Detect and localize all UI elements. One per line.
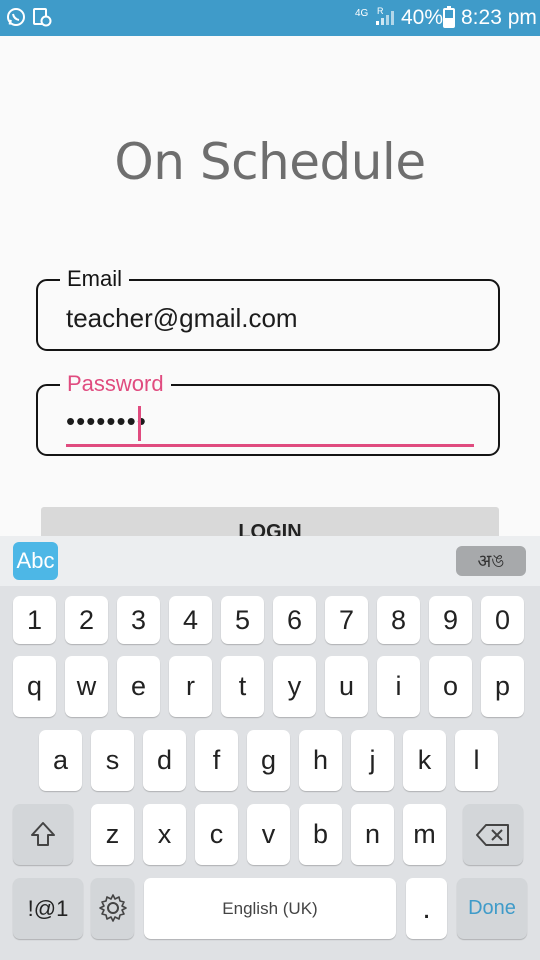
key-6[interactable]: 6 [273,596,316,644]
password-underline [66,444,474,447]
key-e[interactable]: e [117,656,160,717]
battery-icon [443,6,455,33]
key-y[interactable]: y [273,656,316,717]
key-f[interactable]: f [195,730,238,791]
key-9[interactable]: 9 [429,596,472,644]
key-3[interactable]: 3 [117,596,160,644]
whatsapp-icon [6,7,26,32]
space-key[interactable]: English (UK) [144,878,396,939]
key-7[interactable]: 7 [325,596,368,644]
key-5[interactable]: 5 [221,596,264,644]
signal-icon [375,10,395,31]
key-q[interactable]: q [13,656,56,717]
key-x[interactable]: x [143,804,186,865]
network-label: 4G [355,8,369,19]
password-field[interactable]: Password •••••••• [36,371,500,456]
text-cursor [138,406,141,441]
shift-icon [31,822,55,846]
gear-icon [98,894,127,922]
notification-icon [32,7,52,32]
key-o[interactable]: o [429,656,472,717]
key-4[interactable]: 4 [169,596,212,644]
symbols-key[interactable]: !@1 [13,878,83,939]
shift-key[interactable] [13,804,73,865]
key-a[interactable]: a [39,730,82,791]
key-m[interactable]: m [403,804,446,865]
battery-percent: 40% [401,6,444,29]
key-2[interactable]: 2 [65,596,108,644]
password-value: •••••••• [66,406,147,436]
key-j[interactable]: j [351,730,394,791]
backspace-key[interactable] [463,804,523,865]
email-value: teacher@gmail.com [66,303,298,333]
key-p[interactable]: p [481,656,524,717]
settings-key[interactable] [91,878,134,939]
abc-mode-button[interactable]: Abc [13,542,58,580]
key-w[interactable]: w [65,656,108,717]
key-i[interactable]: i [377,656,420,717]
key-l[interactable]: l [455,730,498,791]
period-key[interactable]: . [406,878,447,939]
language-switch-button[interactable]: अঙ [456,546,526,576]
clock: 8:23 pm [461,6,537,29]
key-s[interactable]: s [91,730,134,791]
email-field[interactable]: Email teacher@gmail.com [36,266,500,351]
keyboard: Abc अঙ 1 2 3 4 5 6 7 8 9 0 q w e r t y u… [0,536,540,960]
key-b[interactable]: b [299,804,342,865]
status-bar: 4G R 40% 8:23 pm [0,0,540,36]
key-h[interactable]: h [299,730,342,791]
key-1[interactable]: 1 [13,596,56,644]
password-label: Password [60,371,171,397]
login-screen: On Schedule Email teacher@gmail.com Pass… [0,36,540,547]
key-8[interactable]: 8 [377,596,420,644]
key-k[interactable]: k [403,730,446,791]
email-label: Email [60,266,130,292]
key-z[interactable]: z [91,804,134,865]
backspace-icon [476,824,509,846]
key-0[interactable]: 0 [481,596,524,644]
key-d[interactable]: d [143,730,186,791]
key-n[interactable]: n [351,804,394,865]
key-t[interactable]: t [221,656,264,717]
key-r[interactable]: r [169,656,212,717]
key-v[interactable]: v [247,804,290,865]
key-u[interactable]: u [325,656,368,717]
key-c[interactable]: c [195,804,238,865]
keyboard-toolbar: Abc अঙ [0,536,540,586]
app-title: On Schedule [114,133,426,191]
key-g[interactable]: g [247,730,290,791]
done-key[interactable]: Done [457,878,527,939]
